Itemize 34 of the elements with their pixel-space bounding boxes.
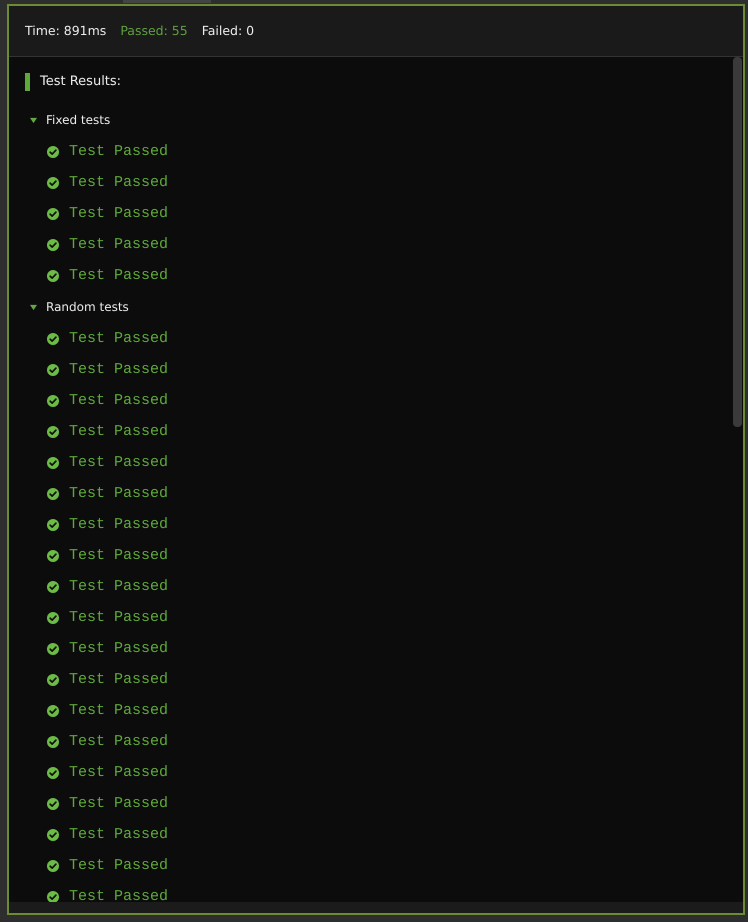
test-result: Test Passed <box>69 425 168 438</box>
scrollbar-thumb[interactable] <box>733 57 742 427</box>
test-result: Test Passed <box>69 549 168 562</box>
test-result: Test Passed <box>69 363 168 376</box>
test-result: Test Passed <box>69 673 168 686</box>
time-stat: Time: 891ms <box>25 23 106 39</box>
test-result: Test Passed <box>69 890 168 902</box>
results-title: Test Results: <box>40 74 122 90</box>
test-result: Test Passed <box>69 580 168 593</box>
test-result: Test Passed <box>69 176 168 189</box>
test-result: Test Passed <box>69 145 168 158</box>
accent-bar <box>25 73 30 91</box>
test-result: Test Passed <box>69 394 168 407</box>
test-result: Test Passed <box>69 859 168 872</box>
test-result: Test Passed <box>69 207 168 220</box>
test-result: Test Passed <box>69 642 168 655</box>
caret-down-icon[interactable] <box>30 304 37 310</box>
test-result: Test Passed <box>69 518 168 531</box>
test-result: Test Passed <box>69 797 168 810</box>
test-result: Test Passed <box>69 456 168 469</box>
test-result: Test Passed <box>69 704 168 717</box>
test-result: Test Passed <box>69 487 168 500</box>
test-result: Test Passed <box>69 766 168 779</box>
failed-count: Failed: 0 <box>202 23 254 39</box>
caret-down-icon[interactable] <box>30 116 37 124</box>
passed-count: Passed: 55 <box>120 23 188 39</box>
test-result: Test Passed <box>69 735 168 748</box>
group-label[interactable]: Fixed tests <box>46 112 110 128</box>
test-result: Test Passed <box>69 332 168 345</box>
group-label[interactable]: Random tests <box>46 300 129 314</box>
test-result: Test Passed <box>69 611 168 624</box>
test-result: Test Passed <box>69 238 168 251</box>
test-result: Test Passed <box>69 828 168 841</box>
test-result: Test Passed <box>69 269 168 282</box>
